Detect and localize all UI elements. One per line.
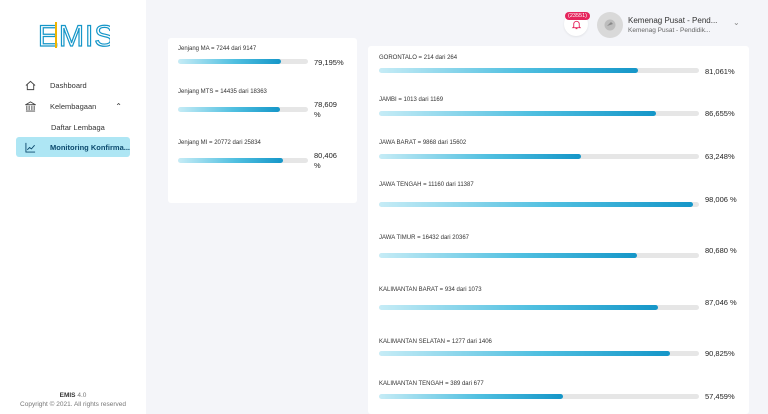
provinsi-row: GORONTALO = 214 dari 264 81,061% <box>379 55 744 79</box>
progress-fill <box>379 111 657 116</box>
progress-fill <box>379 305 658 310</box>
provinsi-percent: 90,825% <box>705 349 735 358</box>
provinsi-row: JAWA BARAT = 9868 dari 15602 63,248% <box>379 140 744 164</box>
jenjang-label: Jenjang MTS = 14435 dari 18363 <box>178 89 267 95</box>
chevron-down-icon[interactable]: ⌄ <box>733 18 740 27</box>
provinsi-percent: 86,655% <box>705 109 735 118</box>
sidebar-item-kelembagaan[interactable]: Kelembagaan ⌃ <box>16 96 130 116</box>
progress-track <box>379 202 699 207</box>
progress-track <box>379 111 699 116</box>
provinsi-label: JAWA TIMUR = 16432 dari 20367 <box>379 235 469 241</box>
user-name[interactable]: Kemenag Pusat - Pend... <box>628 16 717 25</box>
sidebar-item-monitoring[interactable]: Monitoring Konfirma... <box>16 137 130 157</box>
jenjang-card: Jenjang MA = 7244 dari 9147 79,195% Jenj… <box>168 38 357 203</box>
progress-track <box>379 154 699 159</box>
progress-fill <box>379 394 563 399</box>
progress-track <box>379 253 699 258</box>
progress-track <box>178 158 308 163</box>
provinsi-percent: 87,046 % <box>705 298 737 307</box>
provinsi-row: JAWA TIMUR = 16432 dari 20367 80,680 % <box>379 235 744 269</box>
provinsi-row: KALIMANTAN TENGAH = 389 dari 677 57,459% <box>379 381 744 405</box>
avatar[interactable] <box>597 12 623 38</box>
progress-track <box>379 68 699 73</box>
sidebar: EMIS Dashboard Kelembagaan ⌃ Daftar Lemb… <box>0 0 146 414</box>
provinsi-percent: 80,680 % <box>705 246 737 255</box>
provinsi-percent: 57,459% <box>705 392 735 401</box>
svg-text:EMIS: EMIS <box>38 20 110 50</box>
jenjang-label: Jenjang MA = 7244 dari 9147 <box>178 46 257 52</box>
sidebar-item-label: Monitoring Konfirma... <box>50 142 130 152</box>
institution-icon <box>24 100 36 112</box>
sidebar-item-dashboard[interactable]: Dashboard <box>16 75 130 95</box>
provinsi-label: GORONTALO = 214 dari 264 <box>379 55 458 61</box>
provinsi-label: JAWA TENGAH = 11160 dari 11387 <box>379 182 474 188</box>
provinsi-label: JAWA BARAT = 9868 dari 15602 <box>379 140 467 146</box>
user-role: Kemenag Pusat - Pendidik... <box>628 27 711 34</box>
chevron-up-icon[interactable]: ⌃ <box>115 102 122 111</box>
progress-fill <box>379 202 693 207</box>
jenjang-row: Jenjang MA = 7244 dari 9147 79,195% <box>178 46 353 72</box>
jenjang-row: Jenjang MI = 20772 dari 25834 80,406 % <box>178 140 353 170</box>
jenjang-row: Jenjang MTS = 14435 dari 18363 78,609 % <box>178 89 353 119</box>
sidebar-item-label: Dashboard <box>50 80 87 90</box>
provinsi-percent: 63,248% <box>705 152 735 161</box>
provinsi-label: KALIMANTAN SELATAN = 1277 dari 1406 <box>379 339 492 345</box>
notification-badge: (23551) <box>565 12 590 20</box>
chart-line-icon <box>24 141 36 153</box>
emis-logo[interactable]: EMIS <box>38 20 110 50</box>
progress-track <box>379 305 699 310</box>
provinsi-row: KALIMANTAN BARAT = 934 dari 1073 87,046 … <box>379 287 744 321</box>
footer-copyright: Copyright © 2021. All rights reserved <box>20 401 126 408</box>
progress-track <box>178 59 308 64</box>
home-icon <box>24 79 36 91</box>
progress-fill <box>379 351 670 356</box>
sidebar-item-label: Kelembagaan <box>50 101 97 111</box>
jenjang-percent: 78,609 % <box>314 100 337 119</box>
sidebar-item-daftar-lembaga[interactable]: Daftar Lembaga <box>51 123 105 132</box>
user-avatar-icon <box>604 19 616 31</box>
bell-icon <box>571 20 581 29</box>
progress-fill <box>178 59 281 64</box>
jenjang-percent: 79,195% <box>314 58 344 67</box>
provinsi-label: KALIMANTAN TENGAH = 389 dari 677 <box>379 381 484 387</box>
provinsi-row: JAMBI = 1013 dari 1169 86,655% <box>379 97 744 121</box>
jenjang-label: Jenjang MI = 20772 dari 25834 <box>178 140 261 146</box>
progress-track <box>379 394 699 399</box>
provinsi-label: KALIMANTAN BARAT = 934 dari 1073 <box>379 287 482 293</box>
progress-track <box>379 351 699 356</box>
footer-version: EMIS 4.0 <box>59 392 87 399</box>
provinsi-percent: 98,006 % <box>705 195 737 204</box>
progress-fill <box>178 158 283 163</box>
provinsi-label: JAMBI = 1013 dari 1169 <box>379 97 444 103</box>
provinsi-percent: 81,061% <box>705 67 735 76</box>
provinsi-card: GORONTALO = 214 dari 264 81,061% JAMBI =… <box>368 46 749 414</box>
progress-fill <box>379 253 638 258</box>
provinsi-row: JAWA TENGAH = 11160 dari 11387 98,006 % <box>379 182 744 216</box>
progress-track <box>178 107 308 112</box>
progress-fill <box>178 107 281 112</box>
provinsi-row: KALIMANTAN SELATAN = 1277 dari 1406 90,8… <box>379 339 744 363</box>
jenjang-percent: 80,406 % <box>314 151 337 170</box>
progress-fill <box>379 68 639 73</box>
progress-fill <box>379 154 582 159</box>
